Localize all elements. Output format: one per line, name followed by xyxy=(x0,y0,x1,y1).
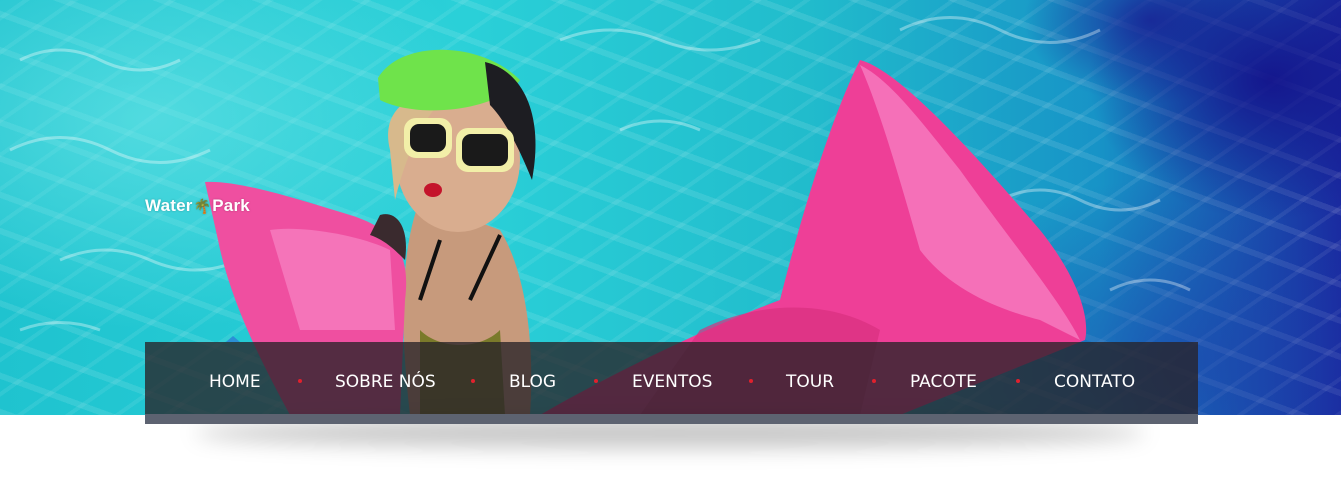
main-menu: HOME SOBRE NÓS BLOG EVENTOS TOUR PACOTE … xyxy=(145,342,1198,414)
menu-separator-dot xyxy=(594,379,598,383)
nav-item-blog[interactable]: BLOG xyxy=(509,342,556,414)
logo-text-park: Park xyxy=(212,196,250,215)
palm-tree-icon: 🌴 xyxy=(193,198,212,214)
nav-bottom-strip xyxy=(145,414,1198,424)
nav-item-home[interactable]: HOME xyxy=(209,342,261,414)
menu-separator-dot xyxy=(471,379,475,383)
logo-text-water: Water xyxy=(145,196,193,215)
nav-item-tour[interactable]: TOUR xyxy=(786,342,834,414)
menu-separator-dot xyxy=(872,379,876,383)
nav-item-pacote[interactable]: PACOTE xyxy=(910,342,977,414)
menu-separator-dot xyxy=(749,379,753,383)
nav-item-contato[interactable]: CONTATO xyxy=(1054,342,1135,414)
nav-item-eventos[interactable]: EVENTOS xyxy=(632,342,712,414)
menu-separator-dot xyxy=(298,379,302,383)
menu-separator-dot xyxy=(1016,379,1020,383)
site-logo[interactable]: Water🌴Park xyxy=(145,196,250,216)
nav-item-sobre-nos[interactable]: SOBRE NÓS xyxy=(335,342,436,414)
